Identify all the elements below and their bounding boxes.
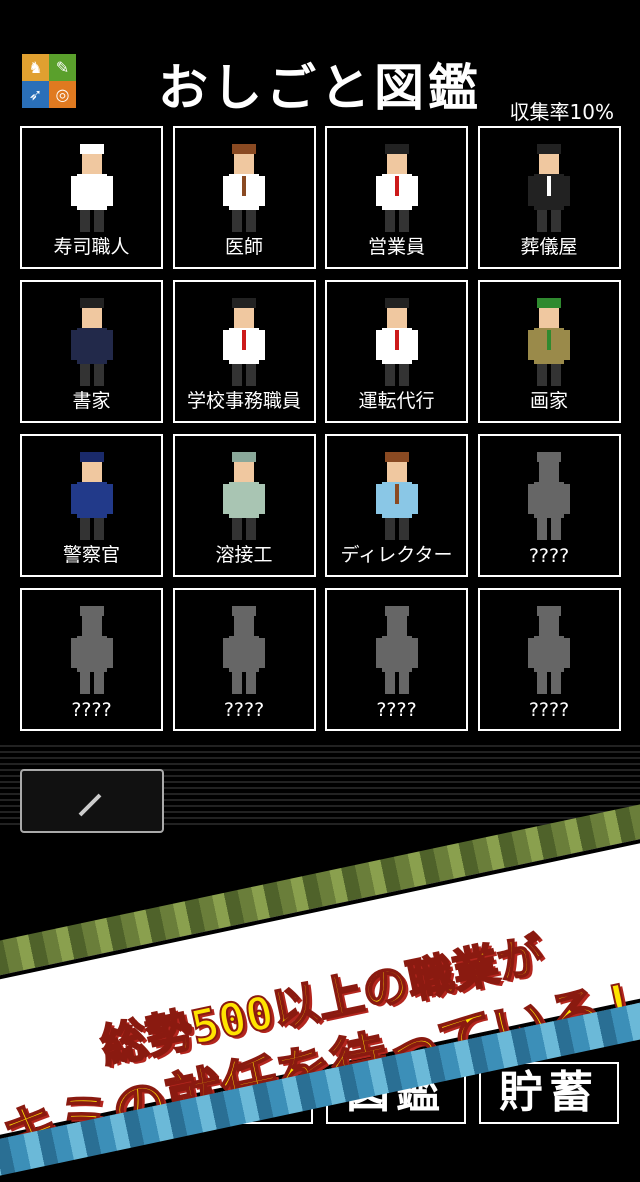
unknown-silhouette xyxy=(70,606,113,694)
job-card[interactable]: 寿司職人 xyxy=(20,126,163,269)
welder-figure xyxy=(223,452,265,540)
job-card-label: 営業員 xyxy=(367,236,425,258)
calligrapher-figure xyxy=(70,298,113,386)
job-card[interactable]: ???? xyxy=(477,588,621,731)
job-card[interactable]: ???? xyxy=(477,434,621,577)
job-card[interactable]: 書家 xyxy=(20,280,163,423)
job-card[interactable]: 警察官 xyxy=(20,434,163,577)
job-card[interactable]: 医師 xyxy=(172,126,316,269)
job-card[interactable]: ???? xyxy=(172,588,316,731)
edit-button[interactable] xyxy=(20,769,164,833)
job-card[interactable]: 運転代行 xyxy=(325,280,468,423)
job-card-label: 運転代行 xyxy=(358,390,435,412)
job-card-label: 溶接工 xyxy=(215,544,273,566)
job-card[interactable]: ???? xyxy=(325,588,468,731)
job-card-label: 医師 xyxy=(224,236,263,258)
director-figure xyxy=(375,452,418,540)
salesman-figure xyxy=(375,144,418,232)
nav-savings-button[interactable]: 貯蓄 xyxy=(479,1062,619,1124)
unknown-silhouette xyxy=(375,606,418,694)
job-grid: 寿司職人 医師 営業員 葬儀屋書家 学校事務職員 運転代行 画家警察官 溶接工 ディレクター??… xyxy=(20,126,621,731)
job-card[interactable]: 葬儀屋 xyxy=(477,126,621,269)
doctor-figure xyxy=(223,144,265,232)
job-card-label: ???? xyxy=(71,699,112,721)
job-card[interactable]: ディレクター xyxy=(325,434,468,577)
job-card-label: 寿司職人 xyxy=(53,236,130,258)
unknown-silhouette xyxy=(223,606,265,694)
chef-figure xyxy=(70,144,113,232)
job-card-label: ???? xyxy=(528,545,570,567)
pencil-icon xyxy=(78,793,102,817)
job-card-label: 画家 xyxy=(529,390,568,412)
job-card-label: 書家 xyxy=(72,390,111,412)
job-card[interactable]: 学校事務職員 xyxy=(172,280,316,423)
unknown-silhouette xyxy=(528,452,570,540)
painter-figure xyxy=(528,298,570,386)
collection-rate: 収集率10% xyxy=(509,100,614,124)
job-card[interactable]: 溶接工 xyxy=(172,434,316,577)
job-card-label: ???? xyxy=(376,699,417,721)
undertaker-figure xyxy=(528,144,570,232)
job-card-label: ???? xyxy=(223,699,265,721)
job-card-label: ???? xyxy=(528,699,570,721)
driver-figure xyxy=(375,298,418,386)
police-figure xyxy=(70,452,113,540)
job-card[interactable]: 営業員 xyxy=(325,126,468,269)
job-card-label: 葬儀屋 xyxy=(520,236,578,258)
job-card-label: 学校事務職員 xyxy=(186,390,301,412)
school-clerk-figure xyxy=(223,298,265,386)
job-card-label: ディレクター xyxy=(340,544,453,566)
unknown-silhouette xyxy=(528,606,570,694)
nav-savings-label: 貯蓄 xyxy=(499,1067,599,1118)
job-card-label: 警察官 xyxy=(62,544,120,566)
job-card[interactable]: 画家 xyxy=(477,280,621,423)
job-card[interactable]: ???? xyxy=(20,588,163,731)
